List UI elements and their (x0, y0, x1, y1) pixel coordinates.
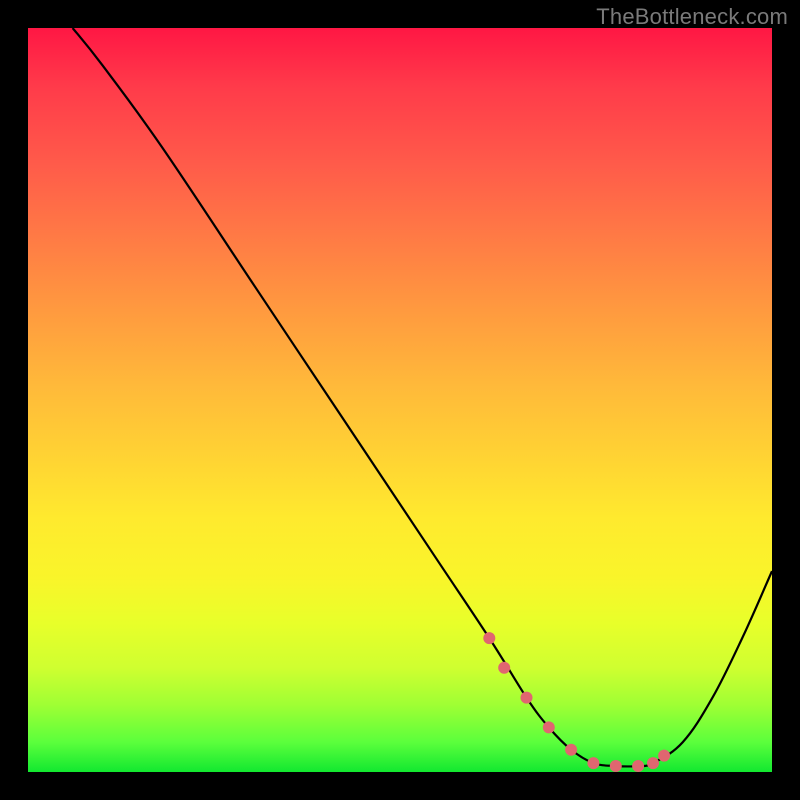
valley-marker (483, 632, 495, 644)
valley-marker (632, 760, 644, 772)
plot-area (28, 28, 772, 772)
valley-marker (610, 760, 622, 772)
chart-frame: TheBottleneck.com (0, 0, 800, 800)
valley-marker (658, 750, 670, 762)
valley-marker (587, 757, 599, 769)
valley-marker-group (483, 632, 670, 772)
valley-marker (521, 692, 533, 704)
chart-svg (28, 28, 772, 772)
valley-marker (565, 744, 577, 756)
valley-marker (543, 721, 555, 733)
watermark-text: TheBottleneck.com (596, 4, 788, 30)
valley-marker (647, 757, 659, 769)
chart-curve-path (73, 28, 772, 766)
valley-marker (498, 662, 510, 674)
